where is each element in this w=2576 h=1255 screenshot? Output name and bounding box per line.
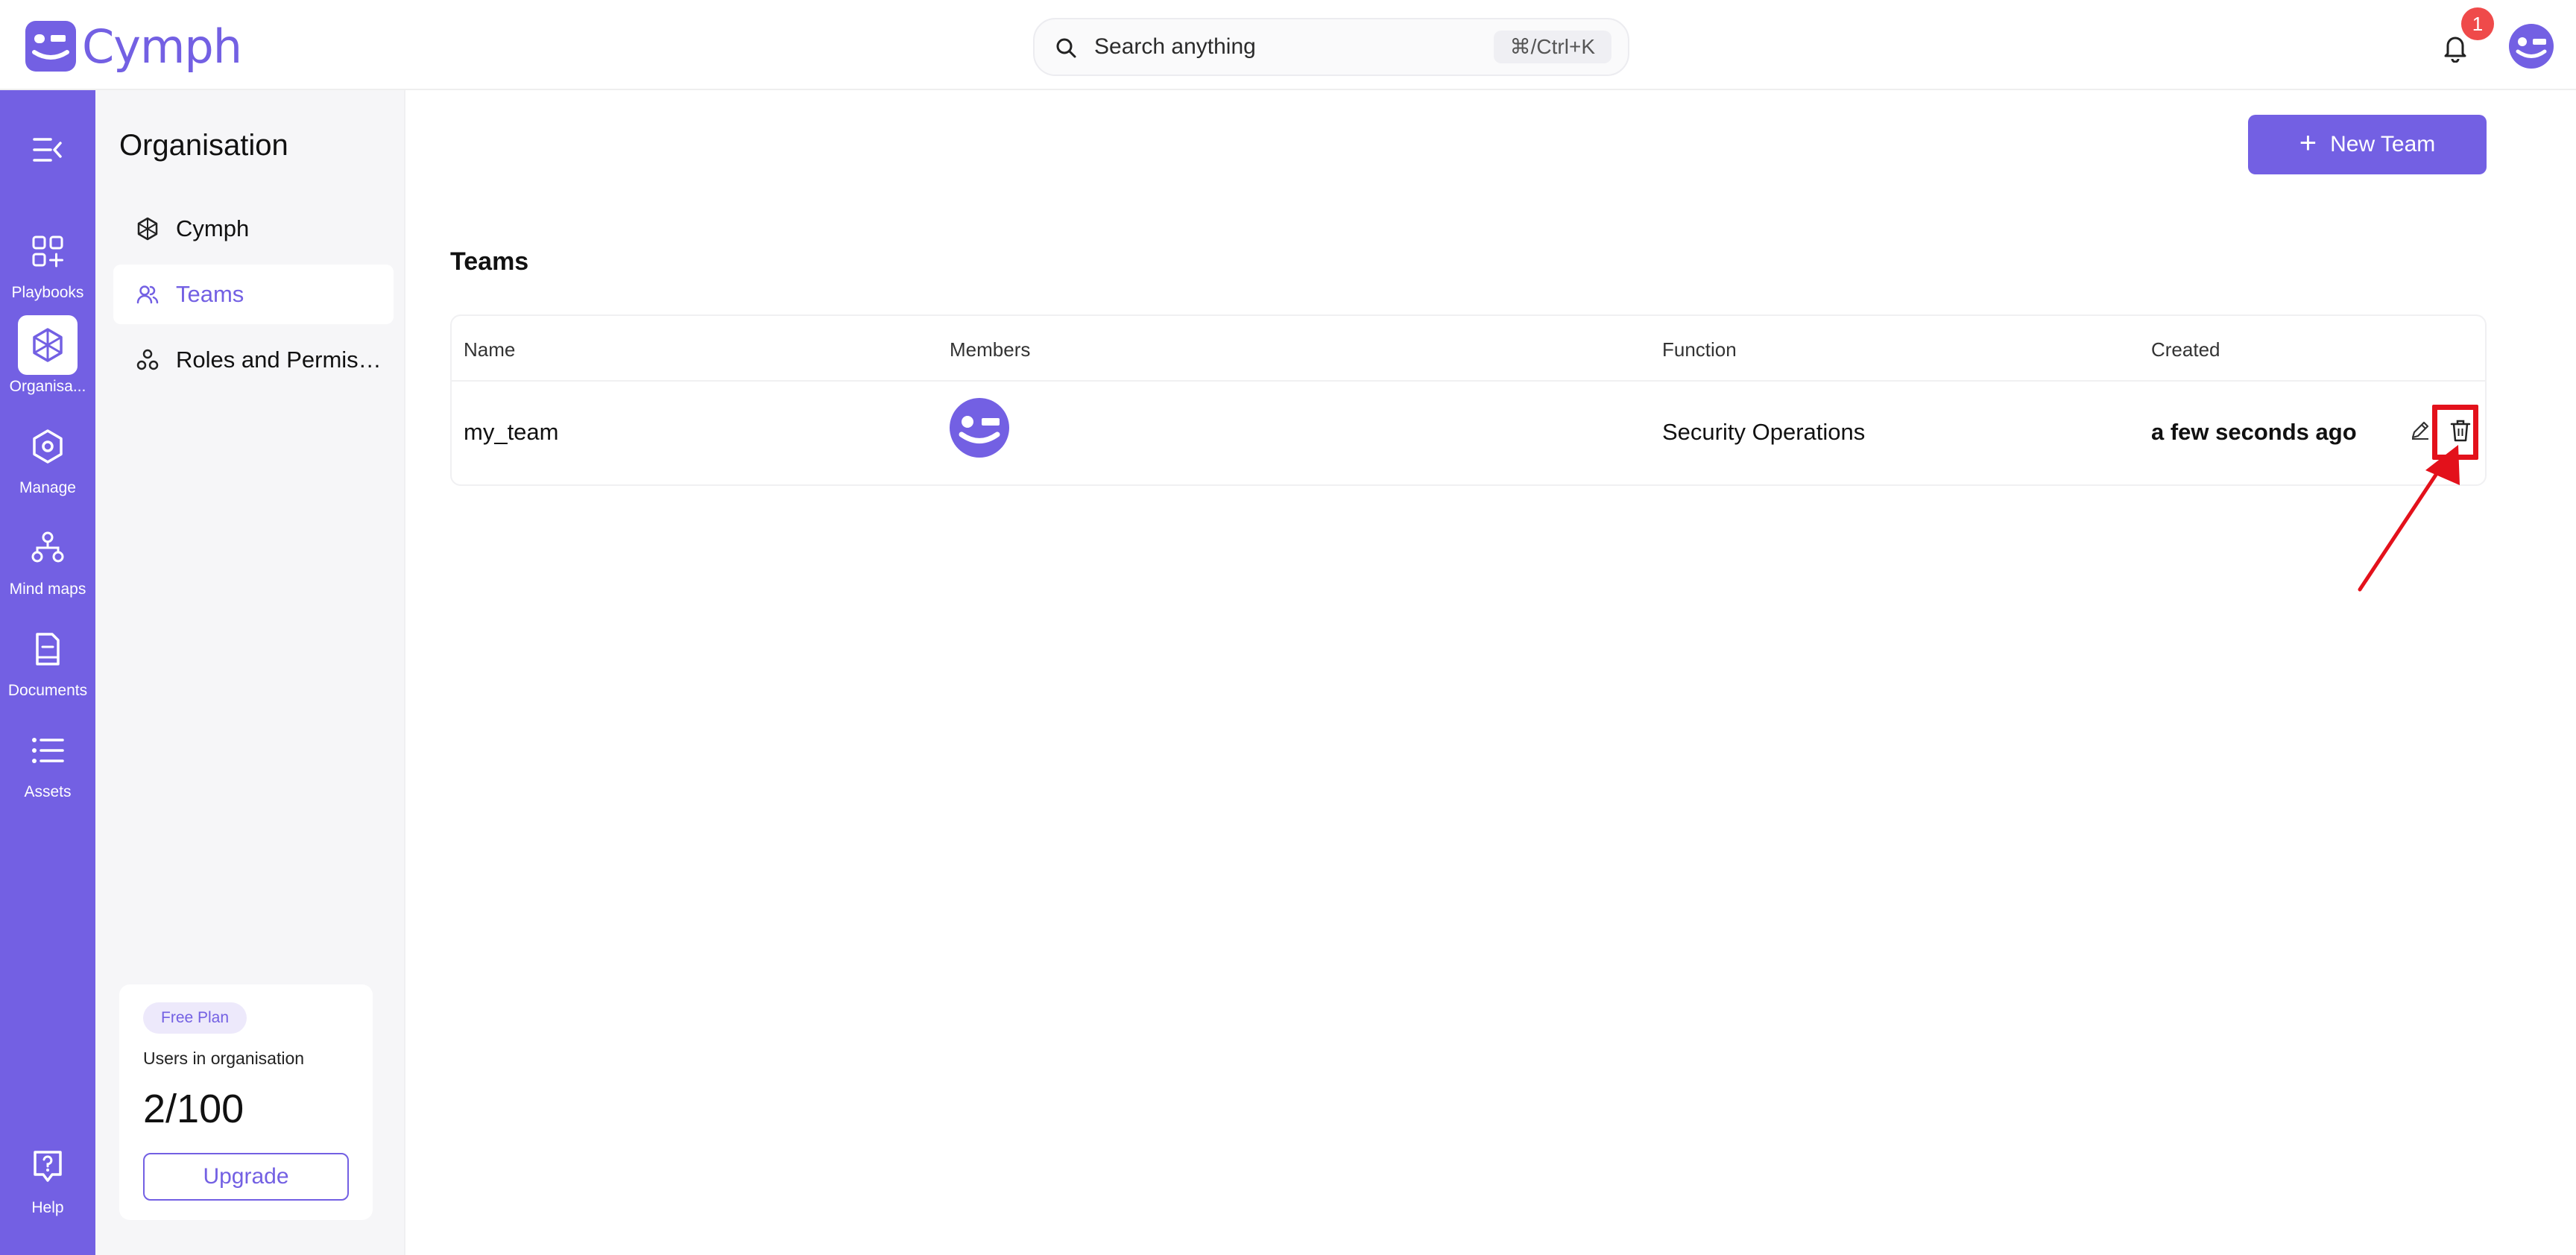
roles-icon [136,348,160,372]
rail-item-label: Help [31,1199,64,1216]
column-header-function: Function [1662,338,1737,361]
users-label: Users in organisation [143,1049,305,1068]
team-function: Security Operations [1662,419,1866,445]
rail-item-help[interactable]: Help [0,1137,95,1226]
team-created: a few seconds ago [2151,419,2357,445]
new-team-button[interactable]: + New Team [2248,115,2487,174]
column-header-created: Created [2151,338,2220,361]
rail-item-organisation[interactable]: Organisa... [0,315,95,405]
header-divider [452,380,2485,382]
collapse-menu-icon[interactable] [33,136,63,163]
playbooks-icon [18,221,78,281]
teams-table: Name Members Function Created my_team Se… [450,314,2487,486]
annotation-arrow-icon [2348,443,2467,600]
plan-card: Free Plan Users in organisation 2/100 Up… [119,984,373,1220]
plan-badge: Free Plan [143,1002,247,1034]
search-placeholder: Search anything [1094,34,1256,59]
rail-item-label: Organisa... [9,378,86,395]
logo[interactable]: Cymph [25,19,242,74]
search-icon [1054,36,1078,60]
rail-item-label: Playbooks [11,284,84,301]
logo-text: Cymph [82,19,242,74]
rail-item-label: Assets [24,783,72,800]
organisation-sidebar: Organisation Cymph Teams Roles and Permi… [95,90,405,1255]
users-count: 2/100 [143,1087,244,1131]
sidebar-item-cymph[interactable]: Cymph [113,199,394,259]
top-bar: Cymph Search anything ⌘/Ctrl+K 1 [0,0,2576,90]
team-name: my_team [464,419,559,445]
plus-icon: + [2299,127,2317,159]
assets-icon [18,721,78,780]
left-rail: Playbooks Organisa... Manage Mind maps D… [0,90,95,1255]
teams-icon [136,282,160,306]
bell-icon[interactable] [2442,33,2469,63]
logo-icon [25,21,76,72]
sidebar-title: Organisation [119,129,288,162]
rail-item-assets[interactable]: Assets [0,721,95,810]
upgrade-button[interactable]: Upgrade [143,1153,349,1201]
rail-item-playbooks[interactable]: Playbooks [0,221,95,311]
rail-item-manage[interactable]: Manage [0,417,95,506]
avatar[interactable] [2509,24,2554,69]
sidebar-item-label: Teams [176,281,244,307]
mind-maps-icon [18,518,78,578]
rail-item-label: Mind maps [9,581,86,598]
documents-icon [18,619,78,679]
sidebar-item-teams[interactable]: Teams [113,265,394,324]
sidebar-item-roles[interactable]: Roles and Permissions [113,330,394,390]
rail-item-documents[interactable]: Documents [0,619,95,709]
rail-item-mind-maps[interactable]: Mind maps [0,518,95,607]
column-header-members: Members [950,338,1031,361]
manage-icon [18,417,78,476]
organisation-icon [18,315,78,375]
sidebar-item-label: Roles and Permissions [176,347,385,373]
help-icon [18,1137,78,1196]
avatar[interactable] [950,398,1009,458]
search-shortcut: ⌘/Ctrl+K [1493,31,1611,63]
edit-icon[interactable] [2409,419,2431,441]
rail-item-label: Manage [19,479,76,496]
rail-item-label: Documents [7,682,88,699]
new-team-label: New Team [2330,132,2436,157]
search-input[interactable]: Search anything ⌘/Ctrl+K [1033,18,1629,76]
notification-badge: 1 [2461,7,2494,40]
organisation-icon [136,217,160,241]
column-header-name: Name [464,338,516,361]
page-title: Teams [450,247,529,276]
sidebar-item-label: Cymph [176,215,250,241]
